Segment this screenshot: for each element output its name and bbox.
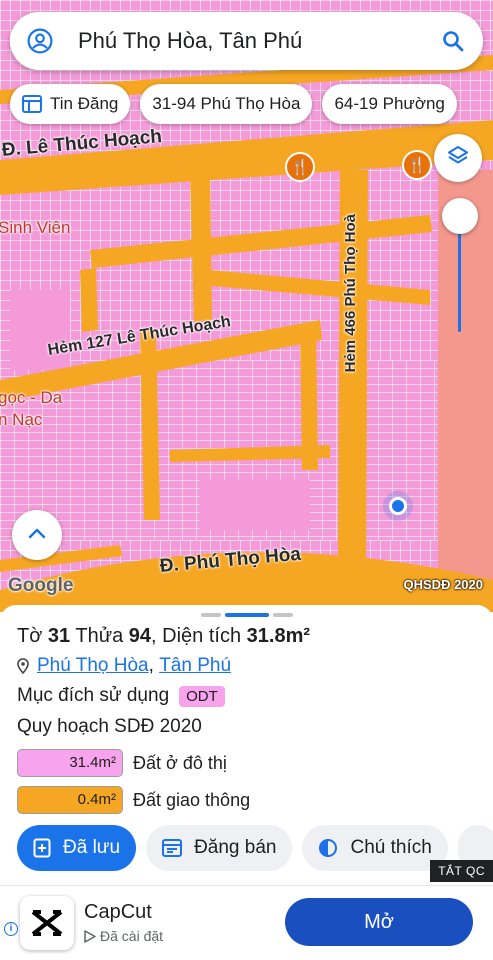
legend-row-traffic: 0.4m² Đất giao thông (17, 786, 250, 814)
area-label: , Diện tích (151, 625, 242, 647)
chip-parcel-31-94[interactable]: 31-94 Phú Thọ Hòa (140, 84, 313, 124)
legend-label: Đất giao thông (133, 789, 251, 810)
ward-link[interactable]: Phú Thọ Hòa (37, 655, 149, 677)
filter-chips: Tin Đăng 31-94 Phú Thọ Hòa 64-19 Phường (10, 84, 457, 124)
plan-label: Quy hoạch SDĐ 2020 (17, 716, 202, 737)
layers-icon (446, 144, 470, 173)
legend-row-residential: 31.4m² Đất ở đô thị (17, 749, 227, 777)
ad-app-name: CapCut (84, 901, 152, 923)
poi-label-sinh-vien: Sinh Viên (0, 218, 71, 237)
legend-swatch: 0.4m² (17, 786, 123, 814)
parcel-label: Thửa (75, 625, 124, 647)
parcel-location: Phú Thọ Hòa, Tân Phú (17, 655, 231, 677)
ad-open-button[interactable]: Mở (285, 898, 473, 946)
play-store-icon (84, 929, 96, 943)
current-location-icon (389, 497, 407, 515)
ad-info-icon[interactable]: i (4, 922, 18, 936)
legend-swatch: 31.4m² (17, 749, 123, 777)
bookmark-add-icon (33, 838, 51, 858)
ad-status-text: Đã cài đặt (100, 928, 164, 944)
chip-tin-dang[interactable]: Tin Đăng (10, 84, 131, 124)
separator: , (148, 655, 154, 676)
sheet-number: 31 (47, 625, 71, 647)
search-bar[interactable]: Phú Thọ Hòa, Tân Phú (10, 12, 483, 70)
legend-button-label: Chú thích (350, 837, 432, 858)
opacity-slider-handle[interactable] (442, 198, 478, 234)
account-icon[interactable] (26, 27, 54, 55)
google-logo: Google (8, 575, 74, 596)
hide-ads-button[interactable]: TẮT QC (430, 860, 493, 882)
search-input[interactable]: Phú Thọ Hòa, Tân Phú (78, 28, 439, 54)
map-credit: QHSDĐ 2020 (403, 577, 483, 592)
capcut-logo-icon (20, 896, 74, 950)
chevron-up-icon (28, 526, 46, 544)
listing-icon (162, 839, 183, 857)
saved-button[interactable]: Đã lưu (17, 825, 137, 871)
sheet-drag-handle[interactable] (201, 613, 293, 617)
location-pin-icon (17, 658, 29, 674)
road-label-hem-466: Hẻm 466 Phú Thọ Hoà (342, 214, 359, 373)
poi-label-da: gọc - Da n Nạc (0, 388, 63, 429)
sheet-label: Tờ (17, 625, 43, 647)
parcel-number: 94 (128, 625, 152, 647)
post-sale-button[interactable]: Đăng bán (146, 825, 293, 871)
purpose-code-badge: ODT (179, 685, 225, 707)
legend-button[interactable]: Chú thích (302, 825, 448, 871)
legend-label: Đất ở đô thị (133, 752, 227, 773)
parcel-info-sheet: Tờ 31 Thửa 94, Diện tích 31.8m² Phú Thọ … (0, 605, 493, 885)
area-value: 31.8m² (246, 625, 311, 647)
ad-app-status: Đã cài đặt (84, 928, 163, 944)
newspaper-icon (22, 95, 42, 113)
action-buttons: Đã lưu Đăng bán Chú thích (17, 825, 493, 871)
post-sale-label: Đăng bán (194, 837, 277, 858)
restaurant-pin-icon[interactable]: 🍴 (402, 150, 432, 180)
contrast-icon (318, 838, 338, 858)
district-link[interactable]: Tân Phú (159, 655, 231, 677)
restaurant-pin-icon[interactable]: 🍴 (285, 152, 315, 182)
search-icon[interactable] (439, 27, 467, 55)
chip-parcel-64-19[interactable]: 64-19 Phường (322, 84, 457, 124)
chip-label: 64-19 Phường (334, 94, 445, 113)
ad-banner[interactable]: i CapCut Đã cài đặt Mở (0, 885, 493, 960)
chip-label: Tin Đăng (50, 94, 119, 113)
land-purpose: Mục đích sử dụng ODT (17, 685, 225, 707)
expand-button[interactable] (12, 510, 62, 560)
saved-label: Đã lưu (63, 837, 121, 858)
chip-label: 31-94 Phú Thọ Hòa (152, 94, 301, 113)
purpose-label: Mục đích sử dụng (17, 685, 170, 706)
layers-button[interactable] (434, 134, 482, 182)
parcel-title: Tờ 31 Thửa 94, Diện tích 31.8m² (17, 625, 310, 648)
